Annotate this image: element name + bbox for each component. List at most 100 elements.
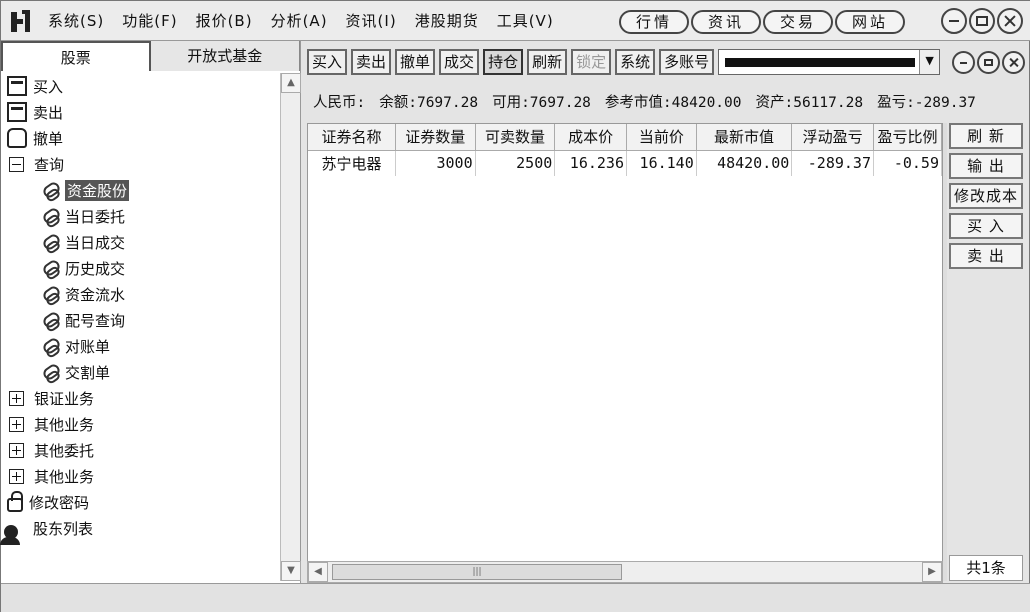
menu-function[interactable]: 功能(F): [122, 10, 177, 31]
tree-item-today-orders[interactable]: 当日委托: [1, 203, 277, 229]
col-header-pl-ratio[interactable]: 盈亏比例: [873, 124, 942, 151]
account-select[interactable]: ▼: [718, 49, 941, 75]
balance-value: 余额:7697.28: [379, 95, 479, 111]
col-header-market-value[interactable]: 最新市值: [696, 124, 793, 151]
col-header-quantity[interactable]: 证券数量: [395, 124, 476, 151]
profit-value: 盈亏:-289.37: [877, 95, 976, 111]
close-icon[interactable]: [1002, 51, 1025, 74]
buy-button[interactable]: 买入: [307, 49, 348, 75]
tab-stocks[interactable]: 股票: [1, 41, 151, 71]
tree-item-other-business-2[interactable]: 其他业务: [1, 463, 277, 489]
table-horizontal-scrollbar[interactable]: ◀ ||| ▶: [307, 561, 943, 583]
expand-plus-icon[interactable]: [9, 390, 24, 406]
col-header-price[interactable]: 当前价: [626, 124, 697, 151]
tree-item-cancel[interactable]: 撤单: [1, 125, 277, 151]
refresh-button[interactable]: 刷新: [527, 49, 568, 75]
menu-info[interactable]: 资讯(I): [346, 10, 397, 31]
left-nav-panel: 股票 开放式基金 买入 卖出 撤单 查询 资金股份 当日委托 当日成交 历史成交…: [0, 41, 301, 583]
maximize-icon[interactable]: [977, 51, 1000, 74]
multi-account-button[interactable]: 多账号: [659, 49, 715, 75]
maximize-icon[interactable]: [969, 7, 995, 34]
scroll-down-icon[interactable]: ▼: [281, 561, 301, 581]
table-vertical-edge: [943, 123, 947, 581]
tree-item-cash-flow[interactable]: 资金流水: [1, 281, 277, 307]
menu-hk-futures[interactable]: 港股期货: [415, 10, 479, 31]
table-row[interactable]: 苏宁电器 3000 2500 16.236 16.140 48420.00 -2…: [308, 150, 942, 176]
minimize-icon[interactable]: [941, 7, 967, 34]
tree-item-label: 修改密码: [29, 493, 90, 512]
positions-button[interactable]: 持仓: [483, 49, 524, 75]
panel-window-controls: [952, 51, 1025, 74]
tab-market[interactable]: 行情: [619, 10, 689, 34]
close-icon[interactable]: [997, 7, 1023, 34]
buy-side-button[interactable]: 买 入: [949, 213, 1023, 239]
tab-trade[interactable]: 交易: [763, 10, 833, 34]
top-tabs: 行情 资讯 交易 网站: [619, 10, 905, 34]
col-header-float-pl[interactable]: 浮动盈亏: [791, 124, 874, 151]
menu-analysis[interactable]: 分析(A): [271, 10, 328, 31]
col-header-cost[interactable]: 成本价: [554, 124, 627, 151]
tree-item-other-business[interactable]: 其他业务: [1, 411, 277, 437]
function-tree: 买入 卖出 撤单 查询 资金股份 当日委托 当日成交 历史成交 资金流水 配号查…: [0, 73, 277, 581]
tree-item-shareholder-list[interactable]: 股东列表: [0, 515, 277, 545]
tab-website[interactable]: 网站: [835, 10, 905, 34]
lock-button[interactable]: 锁定: [571, 49, 612, 75]
expand-plus-icon[interactable]: [9, 416, 24, 432]
trade-toolbar: 买入 卖出 撤单 成交 持仓 刷新 锁定 系统 多账号 ▼: [303, 47, 1030, 77]
left-tabs: 股票 开放式基金: [1, 41, 300, 71]
tree-item-label: 历史成交: [65, 259, 126, 278]
scroll-up-icon[interactable]: ▲: [281, 73, 301, 93]
scroll-right-icon[interactable]: ▶: [922, 562, 942, 582]
menu-bar: 系统(S) 功能(F) 报价(B) 分析(A) 资讯(I) 港股期货 工具(V)…: [1, 1, 1030, 41]
tree-item-history-trades[interactable]: 历史成交: [1, 255, 277, 281]
tree-item-bank-securities[interactable]: 银证业务: [1, 385, 277, 411]
tree-item-label: 银证业务: [34, 389, 95, 408]
tree-item-label: 当日成交: [65, 233, 126, 252]
tab-news[interactable]: 资讯: [691, 10, 761, 34]
tree-item-sell[interactable]: 卖出: [1, 99, 277, 125]
menu-tools[interactable]: 工具(V): [497, 10, 554, 31]
system-button[interactable]: 系统: [615, 49, 656, 75]
tree-item-label: 其他委托: [34, 441, 95, 460]
tree-item-query[interactable]: 查询: [1, 151, 277, 177]
tab-open-funds[interactable]: 开放式基金: [150, 41, 300, 71]
col-header-sellable[interactable]: 可卖数量: [475, 124, 556, 151]
window-controls: [941, 7, 1023, 34]
tree-item-other-orders[interactable]: 其他委托: [1, 437, 277, 463]
col-header-name[interactable]: 证券名称: [308, 124, 396, 151]
modify-cost-button[interactable]: 修改成本: [949, 183, 1023, 209]
tree-item-label: 交割单: [65, 363, 111, 382]
minimize-icon[interactable]: [952, 51, 975, 74]
tree-item-funds-holdings[interactable]: 资金股份: [1, 177, 277, 203]
menu-quote[interactable]: 报价(B): [196, 10, 253, 31]
expand-plus-icon[interactable]: [9, 442, 24, 458]
cell-price: 16.140: [626, 150, 697, 176]
expand-plus-icon[interactable]: [9, 468, 24, 484]
cell-market-value: 48420.00: [696, 150, 793, 176]
tree-item-buy[interactable]: 买入: [1, 73, 277, 99]
cell-sellable: 2500: [475, 150, 556, 176]
cell-cost: 16.236: [554, 150, 627, 176]
status-bar: [1, 583, 1030, 612]
tree-item-statement[interactable]: 对账单: [1, 333, 277, 359]
tree-item-today-trades[interactable]: 当日成交: [1, 229, 277, 255]
export-button[interactable]: 输 出: [949, 153, 1023, 179]
collapse-minus-icon[interactable]: [9, 156, 24, 172]
sell-button[interactable]: 卖出: [351, 49, 392, 75]
sell-side-button[interactable]: 卖 出: [949, 243, 1023, 269]
menu-system[interactable]: 系统(S): [48, 10, 104, 31]
tree-item-delivery[interactable]: 交割单: [1, 359, 277, 385]
tree-item-change-password[interactable]: 修改密码: [1, 489, 277, 515]
redacted-account-text: [725, 58, 916, 67]
refresh-side-button[interactable]: 刷 新: [949, 123, 1023, 149]
cancel-order-button[interactable]: 撤单: [395, 49, 436, 75]
side-action-buttons: 刷 新 输 出 修改成本 买 入 卖 出: [949, 123, 1023, 269]
left-vertical-scrollbar[interactable]: ▲ ▼: [280, 73, 301, 581]
chevron-down-icon[interactable]: ▼: [919, 50, 940, 74]
scroll-left-icon[interactable]: ◀: [308, 562, 328, 582]
scroll-thumb[interactable]: |||: [332, 564, 622, 580]
leaf-icon: [41, 259, 59, 277]
leaf-icon: [41, 337, 59, 355]
trades-button[interactable]: 成交: [439, 49, 480, 75]
tree-item-allotment-query[interactable]: 配号查询: [1, 307, 277, 333]
